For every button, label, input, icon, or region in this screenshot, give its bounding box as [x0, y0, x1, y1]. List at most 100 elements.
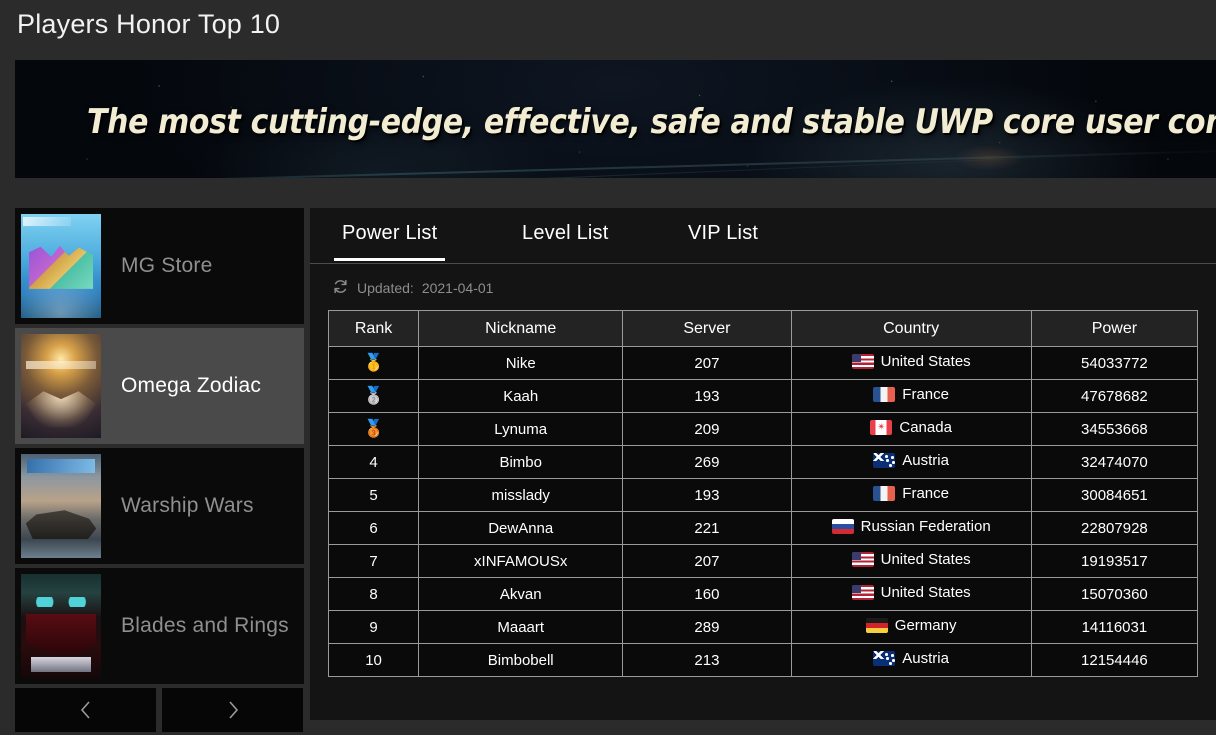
cell-rank: 6: [327, 511, 420, 545]
column-header-nickname: Nickname: [418, 310, 624, 347]
game-list-item-mg-store[interactable]: MG Store: [15, 208, 304, 324]
updated-label: Updated:: [357, 280, 414, 296]
game-cover-icon: [21, 334, 101, 438]
cell-rank: 8: [327, 577, 420, 611]
cell-nickname: Lynuma: [418, 412, 624, 446]
updated-status: Updated: 2021-04-01: [310, 264, 1216, 310]
game-list-item-warship-wars[interactable]: Warship Wars: [15, 448, 304, 564]
cell-nickname: xINFAMOUSx: [418, 544, 624, 578]
cell-nickname: Bimbobell: [418, 643, 624, 677]
cell-power: 30084651: [1030, 478, 1199, 512]
game-list-item-label: Warship Wars: [121, 494, 254, 517]
cell-power: 54033772: [1030, 346, 1199, 380]
rank-medal-icon: 🥉: [362, 419, 385, 438]
country-flag-icon: [873, 651, 896, 666]
refresh-icon[interactable]: [332, 278, 349, 298]
country-name: Canada: [899, 419, 952, 436]
cell-country: United States: [790, 346, 1032, 380]
cell-power: 22807928: [1030, 511, 1199, 545]
cell-nickname: misslady: [418, 478, 624, 512]
cell-country: Austria: [790, 643, 1032, 677]
table-row[interactable]: 🥉 Lynuma209 Canada 34553668: [327, 412, 1199, 446]
cell-country: Canada: [790, 412, 1032, 446]
cell-nickname: Akvan: [418, 577, 624, 611]
ranking-table: Rank Nickname Server Country Power 🥇 Nike…: [327, 310, 1199, 677]
table-row[interactable]: 7 xINFAMOUSx 207 United States 19193517: [327, 544, 1199, 578]
table-row[interactable]: 6 DewAnna 221 Russian Federation 22807928: [327, 511, 1199, 545]
tab-level-list[interactable]: Level List: [522, 222, 609, 261]
table-row[interactable]: 5 misslady 193 France 30084651: [327, 478, 1199, 512]
cell-power: 19193517: [1030, 544, 1199, 578]
cell-country: Austria: [790, 445, 1032, 479]
game-list-item-label: MG Store: [121, 254, 213, 277]
cell-power: 47678682: [1030, 379, 1199, 413]
banner-glow: [953, 144, 1024, 171]
cell-server: 193: [622, 379, 792, 413]
country-name: United States: [880, 353, 971, 370]
table-row[interactable]: 8 Akvan 160 United States 15070360: [327, 577, 1199, 611]
tab-power-list[interactable]: Power List: [333, 222, 446, 261]
cell-server: 289: [622, 610, 792, 644]
cell-power: 32474070: [1030, 445, 1199, 479]
country-name: France: [902, 485, 949, 502]
cell-nickname: DewAnna: [418, 511, 624, 545]
ranking-table-body: 🥇 Nike 207 United States 54033772 🥈 Kaah 193 Fra…: [327, 346, 1199, 677]
cell-rank: 10: [327, 643, 420, 677]
cell-rank: 🥉: [327, 412, 420, 446]
leaderboard-panel: Power List Level List VIP List Updated: …: [310, 208, 1216, 720]
game-cover-icon: [21, 214, 101, 318]
rank-medal-icon: 🥈: [362, 386, 385, 405]
chevron-left-icon: [79, 699, 93, 721]
country-name: Austria: [902, 650, 949, 667]
banner-headline: The most cutting-edge, effective, safe a…: [87, 102, 1216, 142]
cell-country: Germany: [790, 610, 1032, 644]
next-page-button[interactable]: [162, 688, 303, 732]
cell-server: 213: [622, 643, 792, 677]
cell-server: 193: [622, 478, 792, 512]
country-flag-icon: [831, 519, 854, 534]
table-row[interactable]: 4 Bimbo 269 Austria 32474070: [327, 445, 1199, 479]
cell-power: 34553668: [1030, 412, 1199, 446]
chevron-right-icon: [226, 699, 240, 721]
cell-server: 209: [622, 412, 792, 446]
country-flag-icon: [870, 420, 893, 435]
page-title: Players Honor Top 10: [17, 9, 281, 39]
cell-rank: 4: [327, 445, 420, 479]
column-header-power: Power: [1030, 310, 1199, 347]
cell-server: 160: [622, 577, 792, 611]
country-flag-icon: [865, 618, 888, 633]
sidebar-pager: [15, 688, 304, 732]
country-name: Russian Federation: [860, 518, 991, 535]
promo-banner: The most cutting-edge, effective, safe a…: [15, 60, 1216, 178]
column-header-rank: Rank: [327, 310, 420, 347]
rank-medal-icon: 🥇: [362, 353, 385, 372]
game-list-item-omega-zodiac[interactable]: Omega Zodiac: [15, 328, 304, 444]
game-sidebar: MG Store Omega Zodiac Warship Wars Blade…: [15, 208, 304, 732]
ranking-table-head: Rank Nickname Server Country Power: [327, 310, 1199, 347]
cell-power: 12154446: [1030, 643, 1199, 677]
cell-country: United States: [790, 577, 1032, 611]
game-cover-icon: [21, 454, 101, 558]
table-header-row: Rank Nickname Server Country Power: [327, 310, 1199, 347]
country-flag-icon: [851, 354, 874, 369]
game-list-item-label: Blades and Rings: [121, 614, 289, 637]
table-row[interactable]: 10 Bimbobell 213 Austria 12154446: [327, 643, 1199, 677]
cell-rank: 🥇: [327, 346, 420, 380]
table-row[interactable]: 🥈 Kaah 193 France 47678682: [327, 379, 1199, 413]
cell-server: 207: [622, 544, 792, 578]
app-root: Players Honor Top 10 The most cutting-ed…: [0, 0, 1216, 735]
table-row[interactable]: 9 Maaart 289 Germany 14116031: [327, 610, 1199, 644]
country-name: France: [902, 386, 949, 403]
game-list-item-label: Omega Zodiac: [121, 374, 262, 397]
column-header-server: Server: [622, 310, 792, 347]
country-name: Austria: [902, 452, 949, 469]
tab-vip-list[interactable]: VIP List: [688, 222, 758, 261]
cell-country: France: [790, 478, 1032, 512]
table-row[interactable]: 🥇 Nike 207 United States 54033772: [327, 346, 1199, 380]
prev-page-button[interactable]: [15, 688, 156, 732]
cell-nickname: Nike: [418, 346, 624, 380]
country-flag-icon: [851, 552, 874, 567]
cell-country: Russian Federation: [790, 511, 1032, 545]
country-name: United States: [880, 551, 971, 568]
game-list-item-blades-and-rings[interactable]: Blades and Rings: [15, 568, 304, 684]
